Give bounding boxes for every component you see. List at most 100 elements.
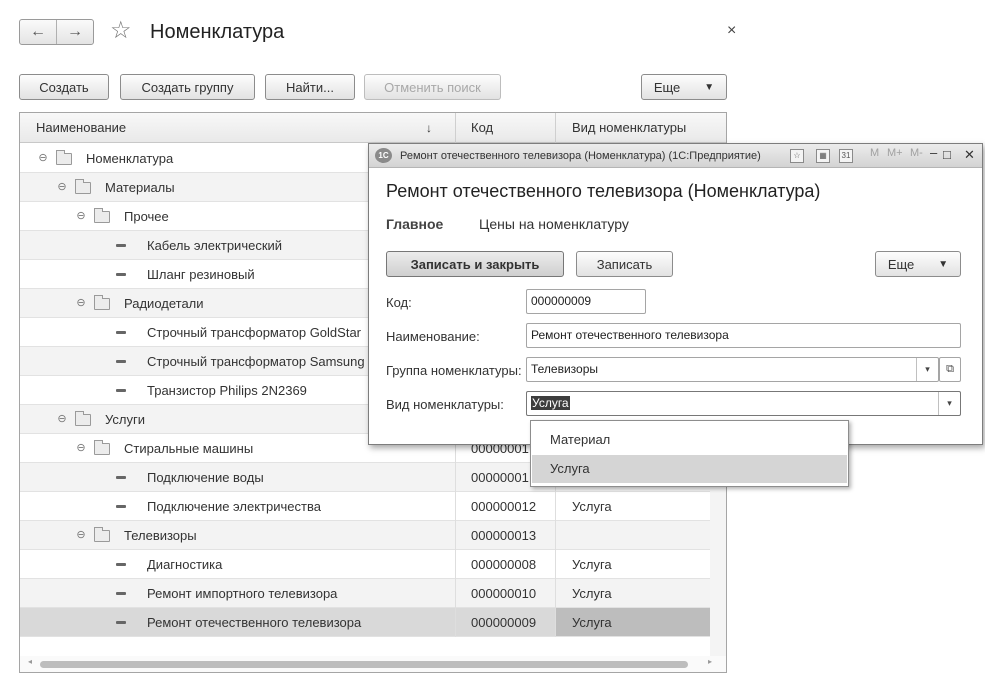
sort-arrow-icon[interactable]: ↓: [426, 113, 432, 143]
1c-logo-icon: 1С: [375, 148, 392, 163]
memory-plus-button[interactable]: M+: [887, 147, 903, 159]
column-header-code[interactable]: Код: [471, 113, 493, 143]
item-dialog: 1С Ремонт отечественного телевизора (Ном…: [368, 143, 983, 445]
row-name: Транзистор Philips 2N2369: [147, 383, 307, 398]
close-icon[interactable]: ×: [727, 22, 736, 40]
minimize-icon[interactable]: –: [930, 145, 937, 160]
find-button[interactable]: Найти...: [265, 74, 355, 100]
row-name: Телевизоры: [124, 528, 197, 543]
row-code: 00000001: [471, 470, 529, 485]
calendar-icon[interactable]: 31: [839, 149, 853, 163]
row-name-cell: Подключение электричества: [116, 492, 321, 521]
dialog-titlebar: 1С Ремонт отечественного телевизора (Ном…: [369, 144, 982, 168]
horizontal-scrollbar[interactable]: ◂ ▸: [20, 656, 726, 672]
group-row[interactable]: ⊖ Телевизоры 000000013: [20, 521, 710, 550]
collapse-icon[interactable]: ⊖: [55, 405, 69, 434]
forward-arrow-icon[interactable]: →: [56, 20, 93, 44]
folder-icon: [94, 526, 110, 542]
dropdown-option-material[interactable]: Материал: [532, 426, 847, 454]
folder-icon: [94, 294, 110, 310]
favorite-star-icon[interactable]: ☆: [790, 149, 804, 163]
row-name: Подключение воды: [147, 470, 264, 485]
row-kind: Услуга: [572, 557, 612, 572]
tab-main[interactable]: Главное: [386, 216, 443, 232]
item-icon: [116, 331, 126, 334]
item-icon: [116, 273, 126, 276]
column-divider: [555, 113, 556, 143]
column-divider: [455, 608, 456, 637]
name-field[interactable]: Ремонт отечественного телевизора: [526, 323, 961, 348]
chevron-down-icon: ▼: [938, 258, 949, 270]
row-code: 000000008: [471, 557, 537, 572]
more-button[interactable]: Еще ▼: [641, 74, 727, 100]
row-name: Услуги: [105, 412, 145, 427]
row-name-cell: Ремонт отечественного телевизора: [116, 608, 361, 637]
column-divider: [555, 550, 556, 579]
dialog-more-button[interactable]: Еще ▼: [875, 251, 961, 277]
create-button[interactable]: Создать: [19, 74, 109, 100]
item-icon: [116, 592, 126, 595]
list-header: Наименование ↓ Код Вид номенклатуры: [20, 113, 726, 143]
column-divider: [455, 579, 456, 608]
table-row[interactable]: Подключение электричества 000000012 Услуга: [20, 492, 710, 521]
row-code: 000000010: [471, 586, 537, 601]
column-header-kind[interactable]: Вид номенклатуры: [572, 113, 686, 143]
folder-icon: [75, 410, 91, 426]
tab-prices[interactable]: Цены на номенклатуру: [479, 216, 629, 232]
scroll-left-icon[interactable]: ◂: [28, 657, 32, 666]
row-name-cell: Кабель электрический: [116, 231, 282, 260]
memory-m-button[interactable]: M: [870, 147, 879, 159]
row-kind: Услуга: [572, 586, 612, 601]
scroll-right-icon[interactable]: ▸: [708, 657, 712, 666]
collapse-icon[interactable]: ⊖: [74, 202, 88, 231]
chevron-down-icon[interactable]: ▾: [938, 392, 960, 415]
row-name-cell: Ремонт импортного телевизора: [116, 579, 337, 608]
save-and-close-button[interactable]: Записать и закрыть: [386, 251, 564, 277]
collapse-icon[interactable]: ⊖: [55, 173, 69, 202]
row-name-cell: Транзистор Philips 2N2369: [116, 376, 307, 405]
row-name-cell: ⊖ Телевизоры: [74, 521, 197, 550]
row-code: 000000013: [471, 528, 537, 543]
kind-field[interactable]: Услуга ▾: [526, 391, 961, 416]
column-divider: [455, 463, 456, 492]
table-row[interactable]: Диагностика 000000008 Услуга: [20, 550, 710, 579]
collapse-icon[interactable]: ⊖: [74, 289, 88, 318]
scrollbar-thumb[interactable]: [40, 661, 688, 668]
favorite-star-icon[interactable]: ☆: [110, 17, 132, 45]
memory-minus-button[interactable]: M-: [910, 147, 923, 159]
calculator-icon[interactable]: ▦: [816, 149, 830, 163]
row-name: Радиодетали: [124, 296, 204, 311]
dropdown-option-service[interactable]: Услуга: [532, 455, 847, 483]
item-icon: [116, 360, 126, 363]
chevron-down-icon: ▼: [704, 81, 715, 93]
row-kind: Услуга: [572, 615, 612, 630]
cancel-search-button[interactable]: Отменить поиск: [364, 74, 501, 100]
column-divider: [455, 113, 456, 143]
folder-icon: [94, 439, 110, 455]
create-group-button[interactable]: Создать группу: [120, 74, 255, 100]
collapse-icon[interactable]: ⊖: [74, 434, 88, 463]
dialog-window-title: Ремонт отечественного телевизора (Номенк…: [400, 150, 761, 162]
code-field[interactable]: 000000009: [526, 289, 646, 314]
group-field[interactable]: Телевизоры ▾: [526, 357, 939, 382]
open-icon[interactable]: ⧉: [939, 357, 961, 382]
more-label: Еще: [887, 256, 915, 272]
item-icon: [116, 621, 126, 624]
table-row[interactable]: Ремонт импортного телевизора 000000010 Усл…: [20, 579, 710, 608]
row-name: Кабель электрический: [147, 238, 283, 253]
row-code: 000000009: [471, 615, 537, 630]
save-button[interactable]: Записать: [576, 251, 673, 277]
row-name: Подключение электричества: [147, 499, 321, 514]
maximize-icon[interactable]: □: [943, 147, 951, 162]
column-divider: [455, 492, 456, 521]
collapse-icon[interactable]: ⊖: [74, 521, 88, 550]
back-arrow-icon[interactable]: ←: [20, 20, 56, 44]
row-name-cell: ⊖ Радиодетали: [74, 289, 204, 318]
collapse-icon[interactable]: ⊖: [36, 144, 50, 173]
column-header-name[interactable]: Наименование: [36, 113, 126, 143]
column-divider: [555, 608, 556, 637]
close-icon[interactable]: ✕: [964, 147, 975, 163]
row-name: Шланг резиновый: [147, 267, 255, 282]
chevron-down-icon[interactable]: ▾: [916, 358, 938, 381]
table-row[interactable]: Ремонт отечественного телевизора 00000000…: [20, 608, 710, 637]
